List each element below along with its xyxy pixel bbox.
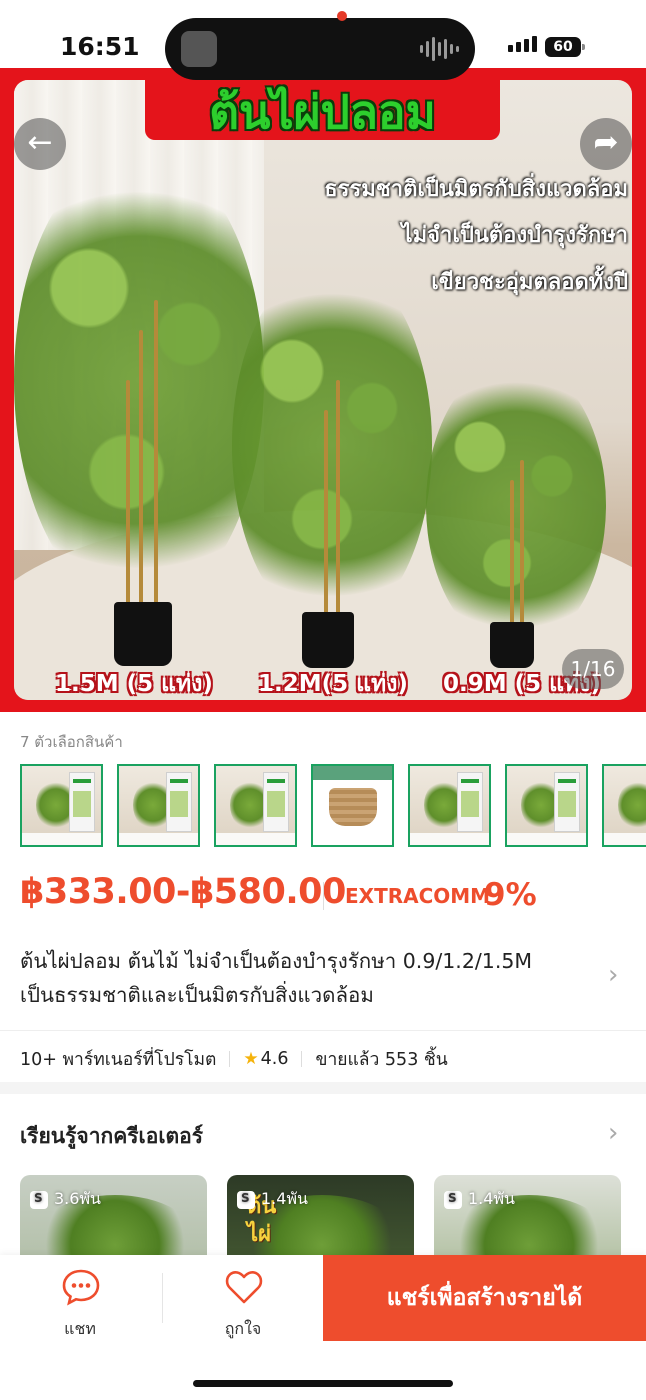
product-image-carousel[interactable]: ต้นไผ่ปลอม ธรรมชาติเป็นมิตรกับสิ่งแวดล้อ… [0,68,646,712]
price-divider [323,882,324,910]
dynamic-island [165,18,475,80]
signal-icon [508,36,537,52]
variant-thumbnail[interactable] [505,764,588,847]
plant-stem [126,380,130,610]
plant-foliage-medium [232,260,432,630]
variant-thumbnail-basket[interactable] [311,764,394,847]
plant-pot [114,602,172,666]
extra-comm-badge: EXTRACOMM 9% [345,877,537,913]
recording-indicator-icon [337,11,347,21]
plant-stem [510,480,514,630]
bottom-action-bar: แชท ถูกใจ แชร์เพื่อสร้างรายได้ [0,1255,646,1400]
plant-stem [139,330,143,610]
variant-thumbnail[interactable] [602,764,646,847]
like-label: ถูกใจ [224,1319,262,1338]
divider [0,1030,646,1031]
section-gap [0,1082,646,1094]
home-indicator [193,1380,453,1387]
product-title-line-1: ต้นไผ่ปลอม ต้นไม้ ไม่จำเป็นต้องบำรุงรักษ… [20,949,533,973]
share-button[interactable]: ➦ [580,118,632,170]
video-views: 1.4พัน [261,1189,308,1208]
video-views: 1.4พัน [468,1189,515,1208]
variant-thumbnail[interactable] [408,764,491,847]
plant-pot [490,622,534,668]
hero-line-3: เขียวชะอุ่มตลอดทั้งปี [431,270,628,295]
variant-thumbnail[interactable] [20,764,103,847]
creator-section-title: เรียนรู้จากครีเอเตอร์ [20,1124,204,1148]
product-title-line-2: เป็นธรรมชาติและเป็นมิตรกับสิ่งแวดล้อม [20,983,374,1007]
hero-line-2: ไม่จำเป็นต้องบำรุงรักษา [401,223,628,248]
creator-video-list[interactable]: 3.6พัน ต้น ไผ่ 1.4พัน 1.4พัน [20,1175,646,1265]
audio-wave-icon [420,36,459,62]
star-icon: ★ [243,1049,259,1069]
plant-stem [154,300,158,610]
plant-stem [336,380,340,620]
stats-divider [301,1051,303,1067]
hero-line-1: ธรรมชาติเป็นมิตรกับสิ่งแวดล้อม [324,177,628,202]
plant-stem [324,410,328,620]
video-play-icon [237,1190,255,1209]
extra-comm-label: EXTRACOMM [345,884,491,908]
like-button[interactable]: ถูกใจ [163,1255,323,1341]
product-stats: 10+ พาร์ทเนอร์ที่โปรโมต ★ 4.6 ขายแล้ว 55… [20,1045,448,1073]
plant-foliage-small [426,360,606,650]
rating-value: 4.6 [260,1049,289,1069]
plant-pot [302,612,354,668]
variant-count-label: 7 ตัวเลือกสินค้า [20,733,123,751]
creator-video-card[interactable]: 1.4พัน [434,1175,621,1265]
share-to-earn-button[interactable]: แชร์เพื่อสร้างรายได้ [323,1255,646,1341]
chevron-right-icon[interactable]: › [608,960,618,990]
extra-comm-value: 9% [484,877,537,913]
creator-video-card[interactable]: 3.6พัน [20,1175,207,1265]
video-play-icon [30,1190,48,1209]
image-counter: 1/16 [562,649,624,689]
chevron-right-icon[interactable]: › [608,1118,618,1148]
size-label-medium: 1.2M(5 แท่ง) [258,671,408,697]
variant-thumbnail[interactable] [117,764,200,847]
battery-icon: 60 [545,37,585,57]
plant-stem [520,460,524,630]
product-title[interactable]: ต้นไผ่ปลอม ต้นไม้ ไม่จำเป็นต้องบำรุงรักษ… [20,944,590,1012]
creator-video-card[interactable]: ต้น ไผ่ 1.4พัน [227,1175,414,1265]
variant-thumbnail[interactable] [214,764,297,847]
variant-thumbnail-strip[interactable] [20,764,646,848]
chat-button[interactable]: แชท [0,1255,160,1341]
heart-icon [225,1271,263,1304]
album-art-icon [181,31,217,67]
video-views: 3.6พัน [54,1189,101,1208]
arrow-left-icon: ← [27,125,53,160]
sold-count: ขายแล้ว 553 ชิ้น [315,1050,448,1070]
size-label-large: 1.5M (5 แท่ง) [55,671,213,697]
chat-icon [62,1269,100,1306]
video-play-icon [444,1190,462,1209]
share-icon: ➦ [593,125,619,160]
back-button[interactable]: ← [14,118,66,170]
partner-count: 10+ พาร์ทเนอร์ที่โปรโมต [20,1050,217,1070]
price-range: ฿333.00-฿580.00 [20,872,346,912]
stats-divider [229,1051,231,1067]
status-time: 16:51 [60,32,140,61]
chat-label: แชท [64,1319,96,1338]
hero-title: ต้นไผ่ปลอม [209,85,436,139]
